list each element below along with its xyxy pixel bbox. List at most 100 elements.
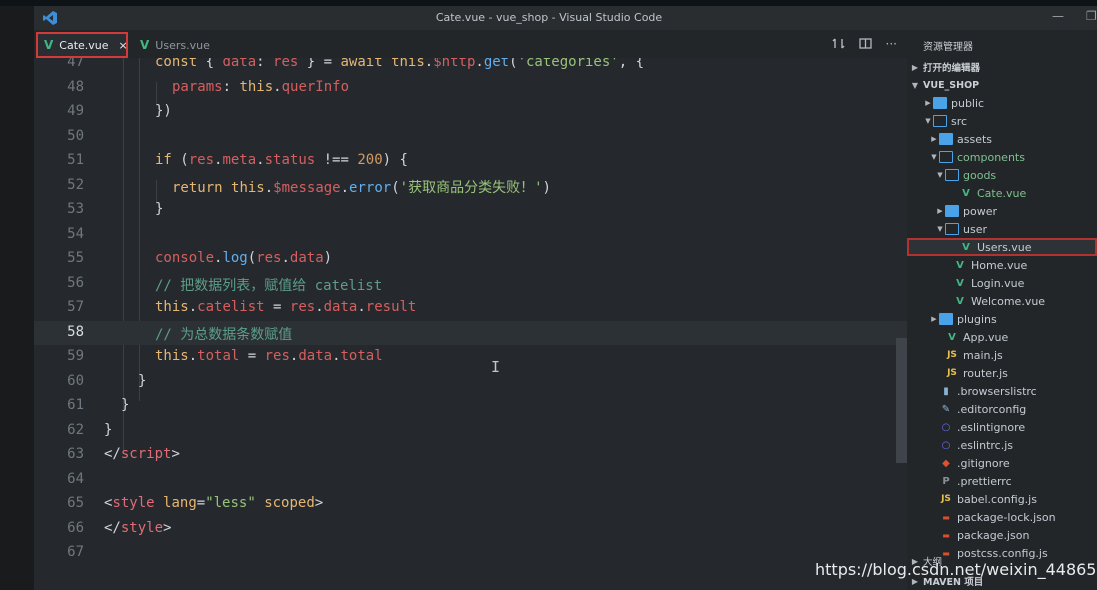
chevron-down-icon: ▼: [937, 171, 943, 179]
explorer-sidebar: 资源管理器 ▶ 打开的编辑器 ▼ VUE_SHOP ▶ public ▼ src ▶ asse…: [907, 30, 1097, 590]
chevron-right-icon: ▶: [925, 99, 931, 107]
tree-item-label: Home.vue: [971, 258, 1028, 272]
folder-open-icon: [939, 151, 953, 163]
tree-item[interactable]: JS router.js: [907, 364, 1097, 382]
tree-item-label: assets: [957, 132, 993, 146]
editor-scrollbar[interactable]: [896, 338, 907, 463]
tree-item-label: babel.config.js: [957, 492, 1037, 506]
title-bar: Cate.vue - vue_shop - Visual Studio Code…: [34, 6, 1097, 30]
tree-item[interactable]: P .prettierrc: [907, 472, 1097, 490]
tree-item[interactable]: V Login.vue: [907, 274, 1097, 292]
restore-button[interactable]: ❐: [1086, 9, 1097, 23]
code-line: 67: [67, 544, 84, 560]
tree-item[interactable]: ▶ public: [907, 94, 1097, 112]
tree-item-label: .eslintrc.js: [957, 438, 1014, 452]
tree-item-label: Cate.vue: [977, 186, 1027, 200]
browserslist-icon: ▮: [943, 385, 949, 397]
folder-icon: [939, 133, 953, 145]
tab-users-vue[interactable]: V Users.vue: [134, 32, 229, 58]
code-line: 62 }: [67, 421, 113, 438]
tree-item[interactable]: V Users.vue: [907, 238, 1097, 256]
tree-item[interactable]: ▼ components: [907, 148, 1097, 166]
tree-item-label: .eslintignore: [957, 420, 1026, 434]
tab-label: Users.vue: [155, 38, 210, 52]
tree-item-label: router.js: [963, 366, 1008, 380]
more-actions-icon[interactable]: ···: [886, 37, 897, 51]
chevron-right-icon: ▶: [911, 62, 919, 72]
tree-item[interactable]: ▼ user: [907, 220, 1097, 238]
code-line: 48 params: this.querInfo: [67, 78, 350, 95]
chevron-right-icon: ▶: [931, 315, 937, 323]
close-icon[interactable]: ×: [119, 39, 128, 52]
current-code-line: 58 // 为总数据条数赋值: [34, 320, 907, 345]
tree-item-label: .browserslistrc: [957, 384, 1037, 398]
tree-item[interactable]: V Welcome.vue: [907, 292, 1097, 310]
code-line: 47 const { data: res } = await this.$htt…: [67, 58, 645, 70]
minimize-button[interactable]: —: [1052, 9, 1064, 23]
chevron-down-icon: ▼: [925, 117, 931, 125]
chevron-down-icon: ▼: [931, 153, 937, 161]
tree-item[interactable]: ▼ src: [907, 112, 1097, 130]
tree-item[interactable]: JS main.js: [907, 346, 1097, 364]
window-title: Cate.vue - vue_shop - Visual Studio Code: [435, 11, 663, 24]
tree-item[interactable]: V Cate.vue: [907, 184, 1097, 202]
git-compare-icon[interactable]: [832, 37, 845, 50]
folder-open-icon: [945, 169, 959, 181]
code-line: 52 return this.$message.error('获取商品分类失败！…: [67, 176, 551, 196]
tree-item-label: user: [963, 222, 987, 236]
folder-icon: [945, 205, 959, 217]
chevron-down-icon: ▼: [911, 80, 919, 90]
tree-item-label: Login.vue: [971, 276, 1025, 290]
code-line: 49 }): [67, 103, 172, 119]
tree-item[interactable]: JS babel.config.js: [907, 490, 1097, 508]
tree-item[interactable]: ◆ .gitignore: [907, 454, 1097, 472]
code-line: 63 </script>: [67, 446, 180, 462]
code-line: 65 <style lang="less" scoped>: [67, 495, 324, 511]
code-line: 51 if (res.meta.status !== 200) {: [67, 152, 408, 168]
activity-bar-area: [0, 6, 34, 590]
vue-icon: V: [956, 295, 964, 307]
js-icon: JS: [941, 494, 951, 504]
tree-item[interactable]: V App.vue: [907, 328, 1097, 346]
watermark-url: https://blog.csdn.net/weixin_44865458: [815, 560, 1097, 579]
tree-item[interactable]: ✎ .editorconfig: [907, 400, 1097, 418]
vue-icon: V: [956, 277, 964, 289]
project-section[interactable]: ▼ VUE_SHOP: [907, 76, 1097, 94]
split-editor-icon[interactable]: [858, 37, 872, 50]
tree-item[interactable]: ▬ package.json: [907, 526, 1097, 544]
folder-icon: [933, 97, 947, 109]
chevron-right-icon: ▶: [931, 135, 937, 143]
editor-tab-bar: V Cate.vue × V Users.vue ···: [34, 30, 907, 58]
tree-item[interactable]: ▶ plugins: [907, 310, 1097, 328]
tree-item-label: package-lock.json: [957, 510, 1056, 524]
code-line: 53 }: [67, 201, 164, 217]
code-line: 61 }: [67, 397, 130, 413]
code-editor[interactable]: 47 const { data: res } = await this.$htt…: [34, 58, 907, 590]
tree-item[interactable]: ▼ goods: [907, 166, 1097, 184]
tree-item-label: main.js: [963, 348, 1003, 362]
npm-icon: ▬: [942, 530, 950, 540]
explorer-title: 资源管理器: [923, 42, 973, 53]
tree-item[interactable]: ○ .eslintrc.js: [907, 436, 1097, 454]
npm-icon: ▬: [942, 512, 950, 522]
code-line: 57 this.catelist = res.data.result: [67, 299, 417, 315]
tab-label: Cate.vue: [59, 38, 109, 52]
code-line: 54: [67, 225, 84, 242]
js-icon: JS: [947, 350, 957, 360]
eslint-icon: ○: [941, 439, 951, 451]
tree-item[interactable]: ▶ power: [907, 202, 1097, 220]
tree-item[interactable]: ▬ package-lock.json: [907, 508, 1097, 526]
tab-cate-vue[interactable]: V Cate.vue ×: [36, 32, 128, 58]
tree-item[interactable]: ▶ assets: [907, 130, 1097, 148]
tree-item[interactable]: V Home.vue: [907, 256, 1097, 274]
vue-icon: V: [956, 259, 964, 271]
tree-item[interactable]: ○ .eslintignore: [907, 418, 1097, 436]
tree-item-label: Welcome.vue: [971, 294, 1046, 308]
code-line: 64: [67, 470, 84, 487]
open-editors-section[interactable]: ▶ 打开的编辑器: [907, 58, 1097, 76]
code-line: 66 </style>: [67, 519, 172, 536]
tree-item[interactable]: ▮ .browserslistrc: [907, 382, 1097, 400]
code-line: 55 console.log(res.data): [67, 250, 333, 266]
folder-icon: [939, 313, 953, 325]
tree-item-label: power: [963, 204, 997, 218]
